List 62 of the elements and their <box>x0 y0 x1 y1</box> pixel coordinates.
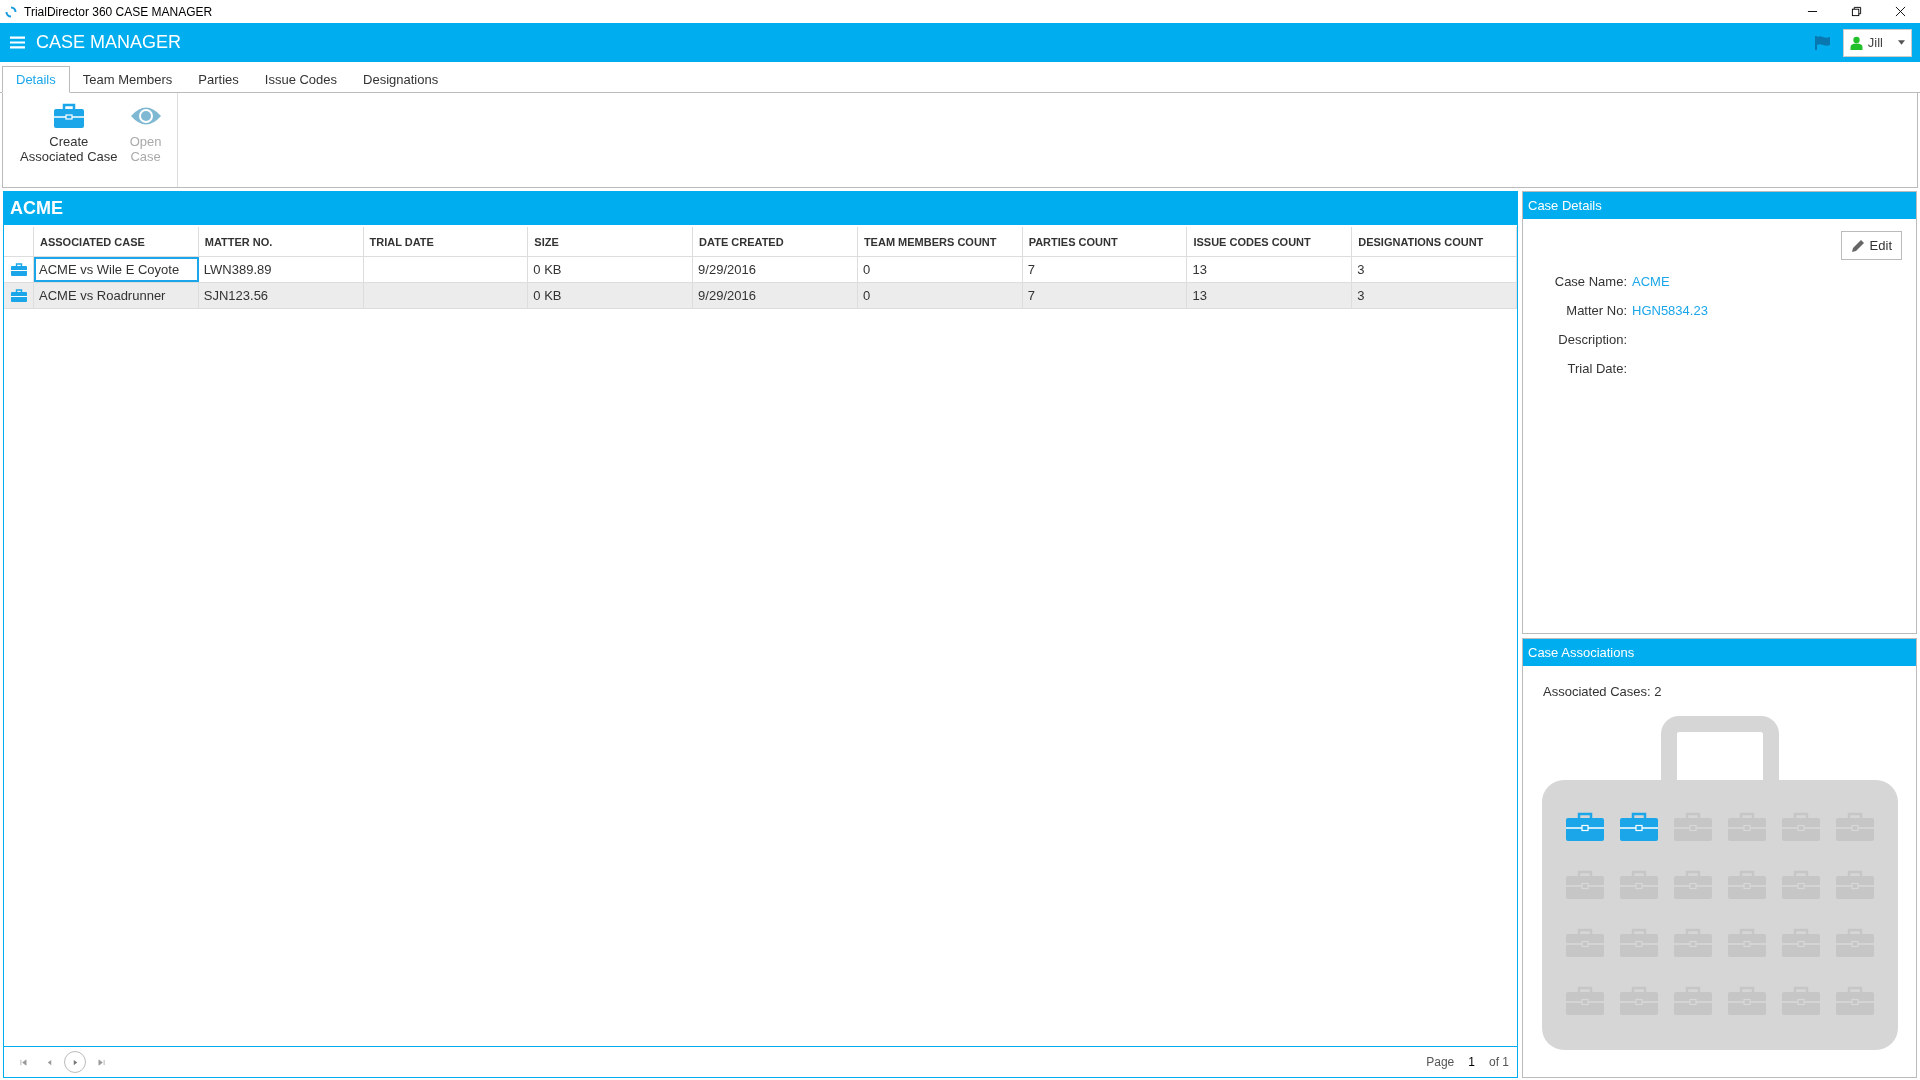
tab[interactable]: Designations <box>350 67 452 92</box>
pencil-icon <box>1850 238 1865 253</box>
field-label: Case Name: <box>1553 274 1627 289</box>
table-cell: 7 <box>1022 283 1188 308</box>
table-cell: 9/29/2016 <box>693 283 858 308</box>
window-title: TrialDirector 360 CASE MANAGER <box>24 4 213 19</box>
app-logo-icon <box>5 5 17 18</box>
column-header[interactable]: TEAM MEMBERS COUNT <box>857 227 1023 256</box>
column-header[interactable]: DATE CREATED <box>693 227 858 256</box>
table-cell: 9/29/2016 <box>693 257 858 282</box>
table-cell: 0 <box>857 257 1023 282</box>
restore-icon[interactable] <box>1851 6 1862 17</box>
tab[interactable]: Parties <box>185 67 252 92</box>
field-value: HGN5834.23 <box>1632 303 1709 318</box>
associated-cases-count: Associated Cases: 2 <box>1543 684 1663 699</box>
field-label: Matter No: <box>1565 303 1627 318</box>
briefcase-icon <box>10 263 27 276</box>
column-header[interactable]: SIZE <box>528 227 694 256</box>
ribbon-button[interactable]: Create Associated Case <box>20 103 118 173</box>
table-cell: 3 <box>1352 257 1517 282</box>
field-label: Description: <box>1557 332 1627 347</box>
field-value: ACME <box>1632 274 1671 289</box>
panel-title: ACME <box>4 192 1517 225</box>
column-header[interactable]: DESIGNATIONS COUNT <box>1352 227 1517 256</box>
table-cell: 13 <box>1187 257 1353 282</box>
table-cell: SJN123.56 <box>198 283 364 308</box>
table-cell: 0 KB <box>528 257 694 282</box>
menu-icon[interactable] <box>10 36 25 49</box>
previous-page-icon <box>45 1058 53 1066</box>
column-header[interactable]: PARTIES COUNT <box>1022 227 1188 256</box>
table-cell: ACME vs Wile E Coyote <box>34 257 199 282</box>
column-header[interactable]: ASSOCIATED CASE <box>34 227 199 256</box>
flag-icon[interactable] <box>1814 35 1831 50</box>
table-cell: ACME vs Roadrunner <box>34 283 199 308</box>
table-cell: 7 <box>1022 257 1188 282</box>
tab[interactable]: Team Members <box>69 67 186 92</box>
last-page-icon <box>97 1058 105 1066</box>
page-label: Page <box>1426 1055 1455 1069</box>
tab[interactable]: Issue Codes <box>251 67 351 92</box>
table-cell: 13 <box>1187 283 1353 308</box>
user-menu-button[interactable]: Jill <box>1842 28 1912 57</box>
page-number: 1 <box>1468 1055 1475 1069</box>
edit-button[interactable]: Edit <box>1840 231 1902 260</box>
table-cell: 3 <box>1352 283 1517 308</box>
user-icon <box>1849 35 1863 50</box>
app-title: CASE MANAGER <box>36 32 182 53</box>
panel-title: Case Details <box>1523 192 1916 219</box>
first-page-icon <box>19 1058 27 1066</box>
field-label: Trial Date: <box>1566 361 1627 376</box>
column-header[interactable]: TRIAL DATE <box>363 227 529 256</box>
briefcase-icon <box>10 289 27 302</box>
caret-icon <box>1898 40 1905 45</box>
column-header[interactable]: ISSUE CODES COUNT <box>1187 227 1353 256</box>
table-cell: LWN389.89 <box>198 257 364 282</box>
close-icon[interactable] <box>1895 6 1906 17</box>
panel-title: Case Associations <box>1523 639 1916 666</box>
page-total: of 1 <box>1489 1055 1509 1069</box>
briefcase-icon <box>52 103 85 129</box>
table-cell: 0 KB <box>528 283 694 308</box>
next-page-icon <box>71 1058 79 1066</box>
table-cell: 0 <box>857 283 1023 308</box>
column-header[interactable]: MATTER NO. <box>198 227 364 256</box>
